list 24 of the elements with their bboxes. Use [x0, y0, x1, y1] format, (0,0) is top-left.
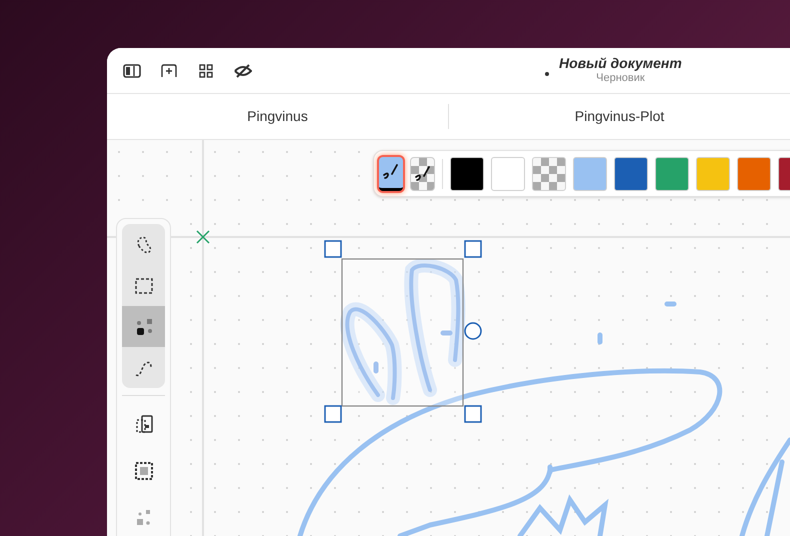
- select-tool-button[interactable]: [122, 306, 165, 347]
- tab[interactable]: Pingvinus-Plot: [566, 106, 672, 127]
- rotate-handle[interactable]: [464, 322, 482, 340]
- clear-pen-tool-button[interactable]: [410, 156, 436, 190]
- pen-icon: [414, 164, 432, 182]
- color-swatch[interactable]: [696, 156, 730, 190]
- color-swatch[interactable]: [737, 156, 771, 190]
- grid-select-icon: [132, 460, 154, 482]
- resize-handle[interactable]: [324, 405, 342, 423]
- transparent-swatch[interactable]: [532, 156, 566, 190]
- resize-handle[interactable]: [464, 405, 482, 423]
- color-swatch[interactable]: [614, 156, 648, 190]
- color-swatch[interactable]: [491, 156, 525, 190]
- tab[interactable]: Pingvinus: [239, 106, 316, 127]
- resize-handle[interactable]: [324, 240, 342, 258]
- document-title: Новый документ: [559, 54, 682, 72]
- color-swatch[interactable]: [450, 156, 484, 190]
- resize-handle[interactable]: [464, 240, 482, 258]
- color-swatch[interactable]: [655, 156, 689, 190]
- document-subtitle: Черновик: [596, 72, 645, 86]
- color-swatch[interactable]: [573, 156, 607, 190]
- origin-cross-icon: [196, 230, 210, 244]
- pen-icon: [382, 163, 400, 181]
- pen-tool-button[interactable]: [379, 156, 404, 190]
